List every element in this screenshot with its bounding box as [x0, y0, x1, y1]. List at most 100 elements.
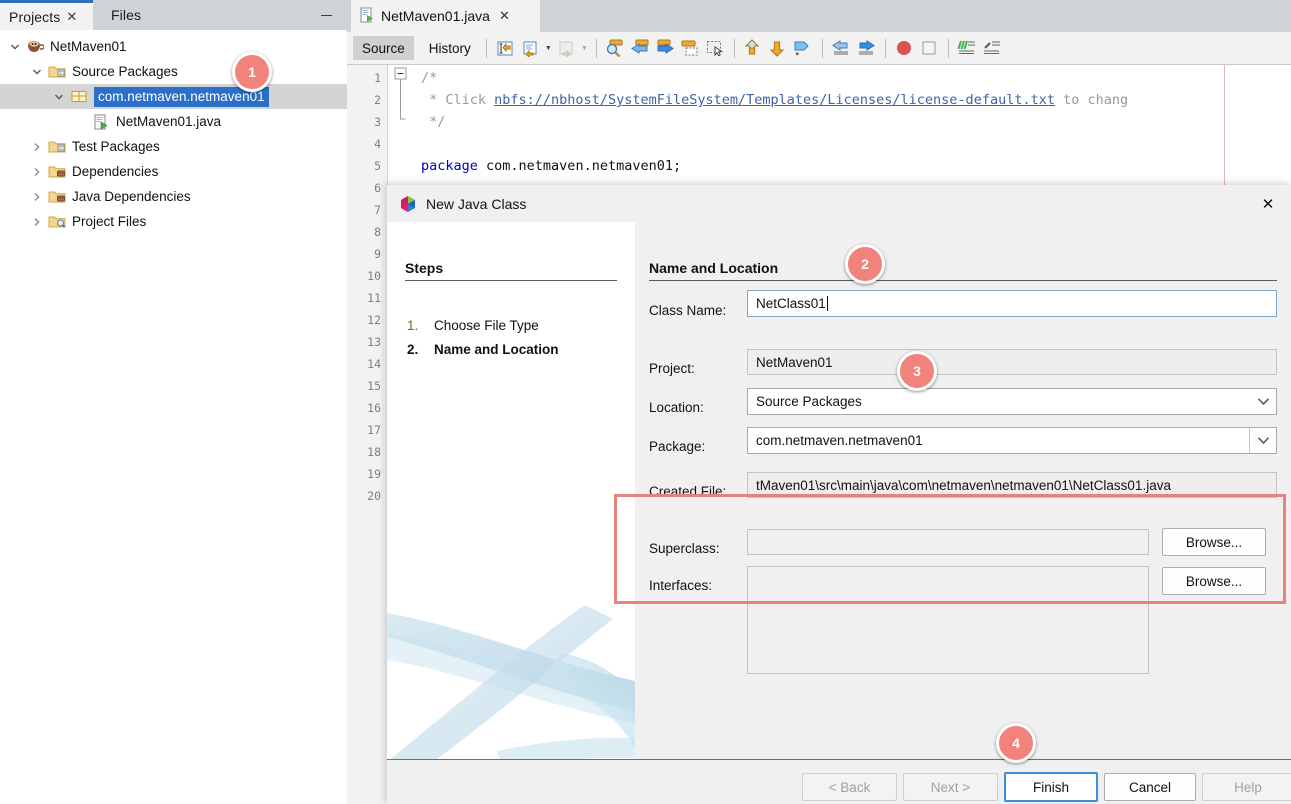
close-icon[interactable]: ✕ [66, 10, 77, 23]
toggle-breakpoint-icon[interactable] [892, 36, 917, 60]
next-button[interactable]: Next > [903, 773, 998, 801]
toolbar-separator [485, 38, 487, 58]
line-number: 1 [374, 71, 381, 85]
text-caret [826, 296, 828, 311]
location-label: Location: [649, 400, 704, 415]
tab-projects-label: Projects [9, 8, 61, 25]
editor-tab-netmaven01-java[interactable]: NetMaven01.java ✕ [351, 0, 540, 32]
tab-projects[interactable]: Projects ✕ [0, 0, 93, 30]
annotation-badge-2: 2 [845, 244, 885, 284]
interfaces-textarea[interactable] [747, 566, 1149, 674]
toolbar-separator-5 [884, 38, 886, 58]
source-view-button[interactable]: Source [353, 36, 414, 60]
code-token: */ [421, 114, 446, 130]
toolbar-separator-4 [821, 38, 823, 58]
line-number: 15 [367, 379, 381, 393]
explorer-tabbar: Projects ✕ Files [0, 0, 347, 30]
last-edit-icon[interactable] [493, 36, 518, 60]
next-bookmark-icon[interactable] [653, 36, 678, 60]
interfaces-label: Interfaces: [649, 578, 713, 593]
dialog-footer: < Back Next > Finish Cancel Help [387, 759, 1291, 804]
editor-tabbar: NetMaven01.java ✕ [347, 0, 1291, 32]
chevron-right-icon[interactable] [30, 165, 44, 179]
location-combobox[interactable]: Source Packages [747, 388, 1277, 415]
previous-occurrence-icon[interactable] [791, 36, 816, 60]
finish-button[interactable]: Finish [1004, 772, 1098, 802]
line-number: 12 [367, 313, 381, 327]
minimize-icon[interactable] [315, 0, 337, 30]
chevron-right-icon[interactable] [30, 215, 44, 229]
next-error-icon[interactable] [766, 36, 791, 60]
projects-explorer-panel: Projects ✕ Files NetMaven01 Source Packag… [0, 0, 347, 804]
tree-item-netmaven01-java[interactable]: NetMaven01.java [0, 109, 347, 134]
class-name-value: NetClass01 [756, 296, 826, 311]
superclass-label: Superclass: [649, 541, 720, 556]
tree-item-dependencies[interactable]: Dependencies [0, 159, 347, 184]
previous-error-icon[interactable] [741, 36, 766, 60]
forward-source-icon[interactable] [554, 36, 579, 60]
project-value: NetMaven01 [756, 354, 833, 370]
dialog-body: Steps 1. Choose File Type 2. Name and Lo… [387, 222, 1291, 759]
new-java-class-dialog: New Java Class ✕ Steps 1. Choose File Ty… [387, 185, 1291, 804]
annotation-badge-3: 3 [897, 351, 937, 391]
tab-files[interactable]: Files [99, 0, 169, 30]
line-number: 10 [367, 269, 381, 283]
chevron-down-icon[interactable] [1249, 428, 1276, 453]
content-heading: Name and Location [649, 260, 779, 276]
tree-item-java-dependencies[interactable]: Java Dependencies [0, 184, 347, 209]
uncomment-icon[interactable] [980, 36, 1005, 60]
line-number: 18 [367, 445, 381, 459]
rectangular-selection-icon[interactable] [703, 36, 728, 60]
interfaces-browse-button[interactable]: Browse... [1162, 567, 1266, 595]
superclass-browse-button[interactable]: Browse... [1162, 528, 1266, 556]
package-icon [70, 89, 88, 104]
toggle-bookmark-icon[interactable] [678, 36, 703, 60]
dialog-title: New Java Class [426, 195, 527, 212]
help-button[interactable]: Help [1202, 773, 1291, 801]
tree-item-source-packages[interactable]: Source Packages [0, 59, 347, 84]
tree-item-test-packages[interactable]: Test Packages [0, 134, 347, 159]
previous-bookmark-icon[interactable] [628, 36, 653, 60]
stop-icon[interactable] [917, 36, 942, 60]
step-label: Name and Location [434, 342, 559, 357]
shift-right-icon[interactable] [854, 36, 879, 60]
tree-item-netmaven01[interactable]: NetMaven01 [0, 34, 347, 59]
license-template-link[interactable]: nbfs://nbhost/SystemFileSystem/Templates… [494, 92, 1055, 108]
cancel-button[interactable]: Cancel [1104, 773, 1196, 801]
created-file-value: tMaven01\src\main\java\com\netmaven\netm… [756, 477, 1171, 493]
superclass-input[interactable] [747, 529, 1149, 555]
shift-left-icon[interactable] [829, 36, 854, 60]
source-folder-icon [48, 64, 66, 79]
tree-item-label: Project Files [72, 214, 147, 229]
project-tree[interactable]: NetMaven01 Source Packages com.netmaven.ne… [0, 30, 347, 804]
chevron-right-icon[interactable] [30, 190, 44, 204]
tree-item-project-files[interactable]: Project Files [0, 209, 347, 234]
class-name-input[interactable]: NetClass01 [747, 290, 1277, 317]
code-line: */ [421, 114, 445, 130]
chevron-down-icon[interactable] [30, 65, 44, 79]
chevron-right-icon[interactable] [30, 140, 44, 154]
code-token: package [421, 158, 478, 174]
find-selection-icon[interactable] [603, 36, 628, 60]
tree-item-com-netmaven-netmaven01[interactable]: com.netmaven.netmaven01 [0, 84, 347, 109]
java-file-icon [359, 7, 375, 26]
comment-icon[interactable] [955, 36, 980, 60]
back-to-source-icon[interactable] [518, 36, 543, 60]
back-button[interactable]: < Back [802, 773, 897, 801]
created-file-field: tMaven01\src\main\java\com\netmaven\netm… [747, 472, 1277, 498]
close-icon[interactable]: ✕ [1245, 185, 1291, 222]
package-combobox[interactable]: com.netmaven.netmaven01 [747, 427, 1277, 454]
dropdown-caret-icon[interactable]: ▼ [543, 36, 554, 60]
toolbar-separator-6 [947, 38, 949, 58]
line-number: 4 [374, 137, 381, 151]
tree-item-label: Java Dependencies [72, 189, 191, 204]
history-view-button[interactable]: History [420, 36, 480, 60]
chevron-down-icon[interactable] [52, 90, 66, 104]
chevron-down-icon[interactable] [8, 40, 22, 54]
line-number: 6 [374, 181, 381, 195]
close-icon[interactable]: ✕ [499, 8, 510, 24]
chevron-down-icon[interactable] [1250, 389, 1276, 414]
dropdown-caret2-icon: ▼ [580, 44, 588, 52]
netbeans-watermark-graphic [387, 575, 635, 759]
line-number: 14 [367, 357, 381, 371]
